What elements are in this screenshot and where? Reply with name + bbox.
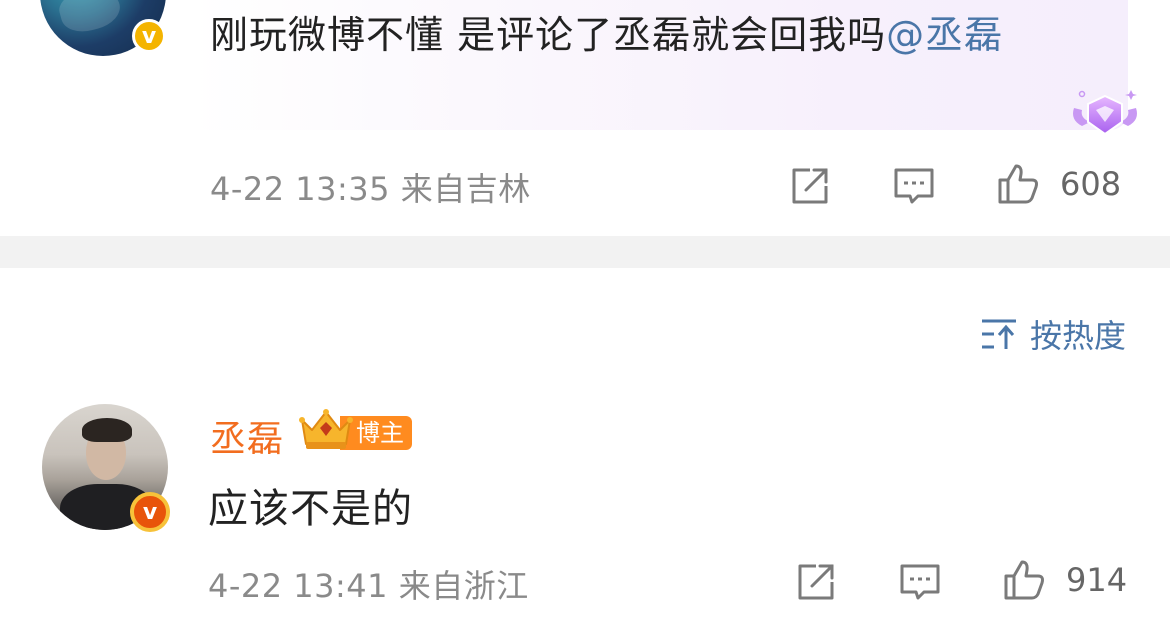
like-icon[interactable]	[996, 162, 1040, 206]
top-like-count: 608	[1060, 165, 1122, 203]
top-comment-meta: 4-22 13:35 来自吉林	[210, 164, 531, 210]
section-divider	[0, 236, 1170, 268]
comment-icon[interactable]	[892, 164, 936, 208]
comment-icon[interactable]	[898, 560, 942, 604]
reply-meta: 4-22 13:41 来自浙江	[208, 561, 529, 607]
reply-time: 4-22 13:41	[208, 567, 389, 605]
reply-username[interactable]: 丞磊	[210, 410, 284, 462]
crown-icon	[299, 409, 353, 449]
reply-text: 应该不是的	[208, 486, 413, 532]
top-comment-time: 4-22 13:35	[210, 170, 391, 208]
sort-icon	[981, 319, 1016, 349]
diamond-wings-icon	[1073, 90, 1137, 136]
top-comment-location: 来自吉林	[400, 170, 531, 208]
sort-by-hot-button[interactable]: 按热度	[980, 311, 1126, 357]
verified-v-icon: v	[130, 492, 170, 532]
reply-like-count: 914	[1066, 561, 1128, 599]
share-icon[interactable]	[794, 560, 838, 604]
like-icon[interactable]	[1002, 558, 1046, 602]
mention-link[interactable]: @丞磊	[886, 13, 1003, 57]
sort-label: 按热度	[1029, 317, 1126, 355]
verified-v-icon: v	[132, 19, 166, 53]
top-comment-body: 刚玩微博不懂 是评论了丞磊就会回我吗	[210, 13, 887, 57]
top-comment-text: 刚玩微博不懂 是评论了丞磊就会回我吗@丞磊	[210, 4, 1090, 67]
share-icon[interactable]	[788, 164, 832, 208]
reply-location: 来自浙江	[398, 567, 529, 605]
